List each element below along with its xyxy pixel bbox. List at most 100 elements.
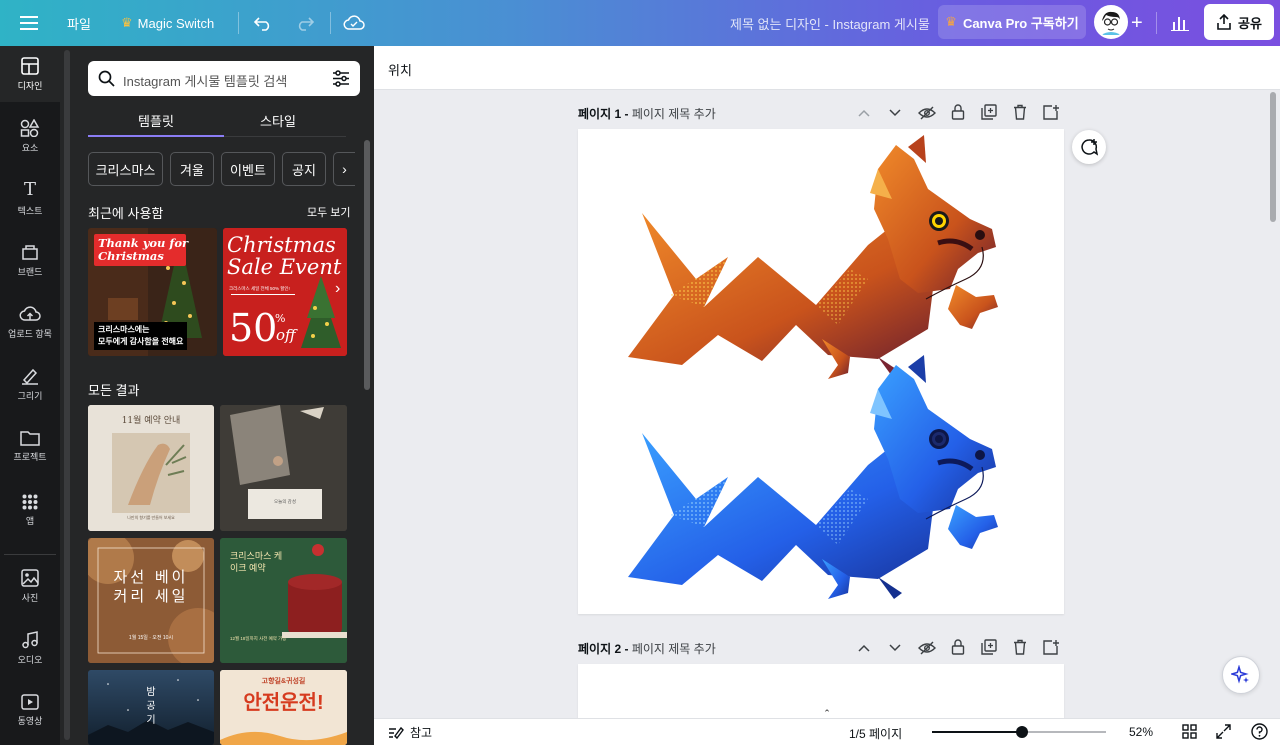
analytics-icon[interactable] [1171, 0, 1189, 46]
chevron-up-icon[interactable] [855, 104, 873, 122]
rail-label: 그리기 [17, 390, 43, 401]
template-search[interactable]: Instagram 게시물 템플릿 검색 [88, 61, 360, 96]
result-template-4[interactable]: 크리스마스 케이크 예약 12월 18일까지 사전 예약 가능 [220, 538, 347, 663]
see-all-link[interactable]: 모두 보기 [307, 204, 351, 220]
duplicate-page-icon[interactable] [980, 638, 998, 656]
recent-template-christmas-sale[interactable]: Christmas Sale Event 크리스마스 세일 전체 50% 할인!… [223, 228, 347, 356]
delete-page-icon[interactable] [1011, 103, 1029, 121]
result-template-3[interactable]: 자선 베이커리 세일 1월 15일 · 오전 10시 [88, 538, 214, 663]
rail-item-apps[interactable]: 앱 [0, 482, 60, 538]
page-2-title[interactable]: 페이지 제목 추가 [632, 640, 716, 657]
zoom-value[interactable]: 52% [1129, 725, 1153, 739]
page-2-header: 페이지 2 - 페이지 제목 추가 [578, 638, 716, 658]
rail-item-photos[interactable]: 사진 [0, 558, 60, 614]
search-icon [98, 70, 115, 87]
magic-assistant-button[interactable] [1222, 656, 1260, 694]
panel-scrollbar-left[interactable] [64, 50, 70, 740]
chevron-right-icon: › [342, 161, 347, 177]
canvas-scrollbar[interactable] [1270, 92, 1276, 222]
undo-icon[interactable] [254, 0, 274, 46]
rail-label: 사진 [21, 592, 39, 603]
add-page-icon[interactable] [1042, 638, 1060, 656]
page-indicator[interactable]: 1/5 페이지 [849, 725, 902, 742]
search-input[interactable]: Instagram 게시물 템플릿 검색 [123, 71, 287, 90]
rail-label: 업로드 항목 [8, 328, 52, 339]
rail-item-uploads[interactable]: 업로드 항목 [0, 294, 60, 350]
chip-christmas[interactable]: 크리스마스 [88, 152, 163, 186]
canva-pro-button[interactable]: ♛ Canva Pro 구독하기 [938, 5, 1086, 39]
carousel-next-icon[interactable]: › [335, 280, 340, 298]
canva-pro-label: Canva Pro 구독하기 [962, 15, 1079, 31]
result-template-6[interactable]: 고향길&귀성길 안전운전! [220, 670, 347, 745]
result-template-2[interactable]: 오늘의 감성 [220, 405, 347, 531]
help-icon[interactable] [1251, 723, 1268, 740]
lock-icon[interactable] [949, 638, 967, 656]
recent-template-thank-you[interactable]: Thank you for Christmas 크리스마스에는 모두에게 감사함… [88, 228, 217, 356]
rail-item-video[interactable]: 동영상 [0, 682, 60, 738]
chevron-up-icon: ⌃ [823, 707, 831, 718]
template-caption: 1월 15일 · 오전 10시 [128, 635, 174, 641]
add-page-icon[interactable] [1042, 103, 1060, 121]
rail-item-brand[interactable]: 브랜드 [0, 232, 60, 288]
tab-templates[interactable]: 템플릿 [88, 104, 224, 136]
rail-item-audio[interactable]: 오디오 [0, 620, 60, 676]
result-template-1[interactable]: 11월 예약 안내 나만의 향기를 만들어 보세요 [88, 405, 214, 531]
grid-view-icon[interactable] [1182, 724, 1197, 739]
rail-item-projects[interactable]: 프로젝트 [0, 418, 60, 474]
chip-label: 크리스마스 [95, 162, 156, 178]
share-button[interactable]: 공유 [1204, 4, 1274, 40]
cloud-save-icon[interactable] [343, 0, 365, 46]
page-1-title[interactable]: 페이지 제목 추가 [632, 105, 716, 122]
hide-page-icon[interactable] [918, 639, 936, 657]
divider [330, 12, 331, 34]
rail-item-elements[interactable]: 요소 [0, 108, 60, 164]
upload-icon [19, 305, 41, 321]
page-1-canvas[interactable] [578, 129, 1064, 614]
duplicate-page-icon[interactable] [980, 103, 998, 121]
rail-item-text[interactable]: T 텍스트 [0, 170, 60, 226]
redo-icon[interactable] [294, 0, 314, 46]
apps-icon [22, 494, 38, 509]
chip-label: 이벤트 [230, 162, 266, 178]
rail-label: 텍스트 [17, 206, 43, 216]
position-button[interactable]: 위치 [388, 60, 412, 79]
chevron-down-icon[interactable] [886, 104, 904, 122]
document-title[interactable]: 제목 없는 디자인 - Instagram 게시물 [730, 0, 930, 46]
result-template-5[interactable]: 밤 공기 [88, 670, 214, 745]
add-comment-button[interactable] [1072, 130, 1106, 164]
menu-icon[interactable] [20, 0, 38, 46]
notes-button[interactable]: 참고 [388, 724, 432, 741]
template-caption: 오늘의 감성 [274, 499, 296, 504]
chip-event[interactable]: 이벤트 [221, 152, 275, 186]
chip-notice[interactable]: 공지 [282, 152, 326, 186]
text-icon: T [23, 179, 36, 200]
divider [238, 12, 239, 34]
lock-icon[interactable] [949, 103, 967, 121]
share-label: 공유 [1238, 15, 1262, 31]
file-menu[interactable]: 파일 [67, 0, 91, 46]
filter-icon[interactable] [332, 70, 350, 87]
elements-icon [20, 118, 40, 137]
panel-scrollbar[interactable] [364, 140, 370, 390]
magic-switch-label: Magic Switch [137, 15, 215, 31]
rail-item-design[interactable]: 디자인 [0, 46, 60, 102]
chevron-up-icon[interactable] [855, 639, 873, 657]
fullscreen-icon[interactable] [1216, 724, 1231, 739]
recent-section-title: 최근에 사용함 [88, 206, 164, 221]
chips-next-button[interactable]: › [333, 152, 355, 186]
hide-page-icon[interactable] [918, 104, 936, 122]
file-menu-label: 파일 [67, 16, 91, 32]
rail-item-draw[interactable]: 그리기 [0, 356, 60, 412]
notes-label: 참고 [410, 726, 433, 740]
design-icon [21, 56, 39, 75]
delete-page-icon[interactable] [1011, 638, 1029, 656]
dragon-illustration[interactable] [578, 129, 1064, 614]
template-caption: 12월 18일까지 사전 예약 가능 [230, 636, 287, 641]
chip-winter[interactable]: 겨울 [170, 152, 214, 186]
tab-styles[interactable]: 스타일 [210, 104, 346, 136]
magic-switch-button[interactable]: ♛ Magic Switch [121, 0, 214, 46]
add-member-icon[interactable]: + [1131, 0, 1143, 46]
chevron-down-icon[interactable] [886, 639, 904, 657]
avatar[interactable] [1094, 5, 1128, 39]
template-caption: 크리스마스에는 [98, 325, 150, 334]
